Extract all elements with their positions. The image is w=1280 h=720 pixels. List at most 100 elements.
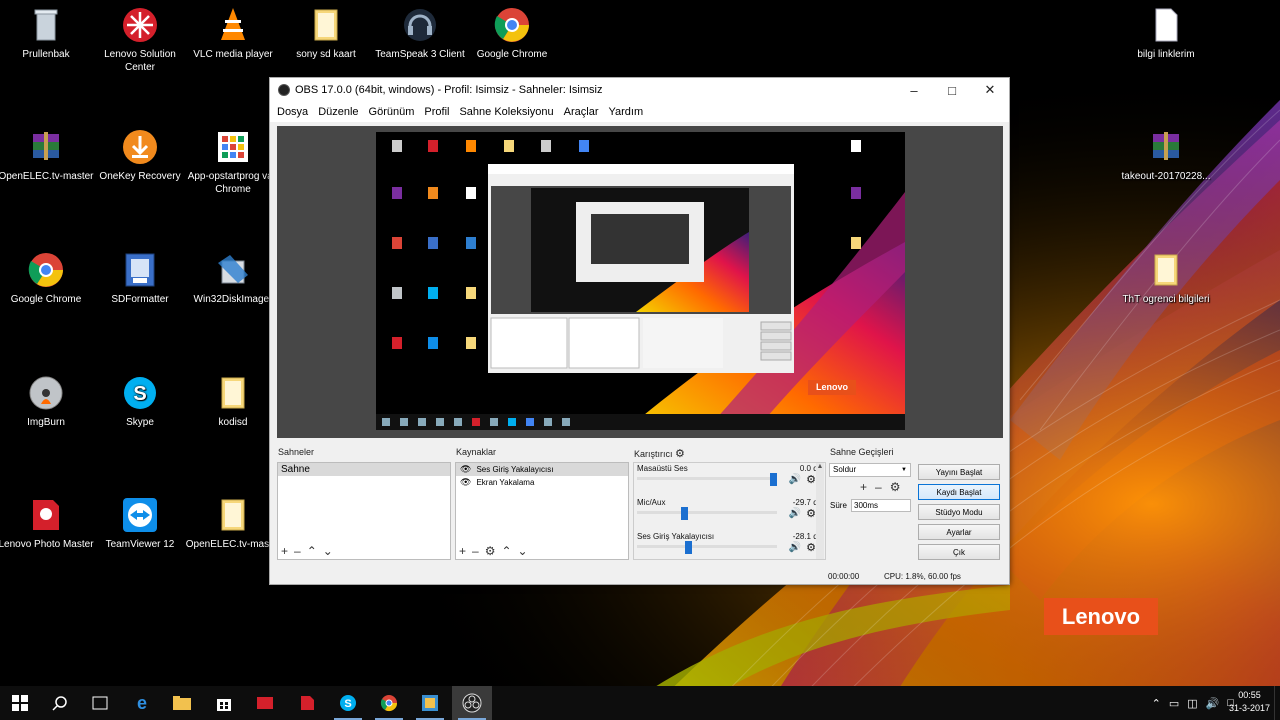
studio-mode-button[interactable]: Stüdyo Modu (918, 504, 1000, 520)
taskbar-store[interactable] (204, 686, 244, 720)
taskbar-app-red2[interactable] (287, 686, 327, 720)
duration-spinbox[interactable]: 300ms (851, 499, 911, 512)
mixer-channel: Mic/Aux -29.7 dB 🔊 ⚙ (637, 498, 823, 532)
desktop-icon-google-chrome-2[interactable]: Google Chrome (0, 251, 94, 306)
settings-button[interactable]: Ayarlar (918, 524, 1000, 540)
gear-icon[interactable]: ⚙ (806, 507, 816, 520)
start-button[interactable] (0, 686, 40, 720)
desktop-icon-openelec-master[interactable]: OpenELEC.tv-master (0, 128, 94, 183)
exit-button[interactable]: Çık (918, 544, 1000, 560)
desktop-icon-tht-ogrenci[interactable]: ThT ogrenci bilgileri (1118, 251, 1214, 306)
taskbar-chrome[interactable] (369, 686, 409, 720)
gear-icon[interactable]: ⚙ (806, 473, 816, 486)
remove-source-button[interactable]: – (472, 545, 479, 557)
scene-item[interactable]: Sahne (278, 463, 450, 476)
mixer-scrollbar[interactable]: ▲ (816, 463, 824, 559)
desktop-icon-skype[interactable]: S Skype (92, 374, 188, 429)
move-down-icon[interactable]: ⌄ (323, 545, 333, 557)
transition-gear-icon[interactable]: ⚙ (890, 480, 901, 494)
menu-sahne-koleksiyonu[interactable]: Sahne Koleksiyonu (454, 106, 558, 118)
obs-window[interactable]: OBS 17.0.0 (64bit, windows) - Profil: Is… (269, 77, 1010, 585)
lenovo-photo-master-icon (27, 496, 65, 534)
menu-duzenle[interactable]: Düzenle (313, 106, 363, 118)
network-icon[interactable]: ◫ (1187, 697, 1197, 710)
obs-titlebar[interactable]: OBS 17.0.0 (64bit, windows) - Profil: Is… (270, 78, 1009, 102)
add-source-button[interactable]: + (459, 545, 466, 557)
taskbar-skype[interactable]: S (328, 686, 368, 720)
move-down-icon[interactable]: ⌄ (518, 545, 528, 557)
gear-icon[interactable]: ⚙ (806, 541, 816, 554)
source-item[interactable]: 👁 Ses Giriş Yakalayıcısı (456, 463, 628, 476)
move-up-icon[interactable]: ⌃ (501, 545, 511, 557)
taskbar-file-explorer[interactable] (162, 686, 202, 720)
volume-slider-handle[interactable] (681, 507, 688, 520)
menu-yardim[interactable]: Yardım (604, 106, 649, 118)
task-view-button[interactable] (80, 686, 120, 720)
volume-slider-track[interactable] (637, 545, 777, 548)
volume-icon[interactable]: 🔊 (1206, 697, 1220, 710)
windows-start-icon (12, 695, 28, 711)
close-button[interactable]: ✕ (971, 78, 1009, 102)
taskbar-app-blue[interactable] (410, 686, 450, 720)
source-properties-gear-icon[interactable]: ⚙ (485, 545, 496, 557)
desktop-icon-app-opstartprog[interactable]: App-opstartprog van Chrome (185, 128, 281, 196)
maximize-button[interactable]: □ (933, 78, 971, 102)
desktop-icon-bilgi-linklerim[interactable]: bilgi linklerim (1118, 6, 1214, 61)
add-scene-button[interactable]: + (281, 545, 288, 557)
start-recording-button[interactable]: Kaydı Başlat (918, 484, 1000, 500)
minimize-button[interactable]: – (895, 78, 933, 102)
obs-icon (462, 693, 482, 713)
visibility-eye-icon[interactable]: 👁 (460, 476, 471, 489)
desktop-icon-onekey-recovery[interactable]: OneKey Recovery (92, 128, 188, 183)
desktop-icon-sdformatter[interactable]: SDFormatter (92, 251, 188, 306)
volume-slider-handle[interactable] (770, 473, 777, 486)
menu-dosya[interactable]: Dosya (272, 106, 313, 118)
remove-transition-button[interactable]: – (875, 480, 882, 494)
preview-area[interactable]: Lenovo (277, 126, 1003, 438)
move-up-icon[interactable]: ⌃ (307, 545, 317, 557)
visibility-eye-icon[interactable]: 👁 (460, 463, 471, 476)
desktop-icon-win32diskimager[interactable]: Win32DiskImager (185, 251, 281, 306)
volume-slider-track[interactable] (637, 477, 777, 480)
chevron-down-icon: ▼ (901, 467, 907, 473)
taskbar-obs[interactable] (452, 686, 492, 720)
volume-slider-track[interactable] (637, 511, 777, 514)
speaker-icon[interactable]: 🔊 (789, 474, 801, 485)
menu-gorunum[interactable]: Görünüm (364, 106, 420, 118)
desktop-icon-recycle-bin[interactable]: Prullenbak (0, 6, 94, 61)
desktop-icon-teamspeak[interactable]: TeamSpeak 3 Client (372, 6, 468, 61)
battery-icon[interactable]: ▭ (1169, 697, 1179, 710)
mixer-gear-icon[interactable]: ⚙ (675, 448, 685, 460)
desktop-icon-openelec-folder[interactable]: OpenELEC.tv-mast... (185, 496, 281, 551)
start-streaming-button[interactable]: Yayını Başlat (918, 464, 1000, 480)
speaker-icon[interactable]: 🔊 (789, 508, 801, 519)
add-transition-button[interactable]: + (860, 480, 867, 494)
clock[interactable]: 00:55 31-3-2017 (1229, 689, 1270, 715)
menu-profil[interactable]: Profil (419, 106, 454, 118)
desktop-icon-kodisd[interactable]: kodisd (185, 374, 281, 429)
remove-scene-button[interactable]: – (294, 545, 301, 557)
desktop-icon-vlc[interactable]: VLC media player (185, 6, 281, 61)
taskbar-app-red[interactable] (245, 686, 285, 720)
taskbar-edge[interactable]: e (122, 686, 162, 720)
desktop-icon-lenovo-photo-master[interactable]: Lenovo Photo Master (0, 496, 94, 551)
chevron-up-icon[interactable]: ⌃ (1152, 697, 1161, 710)
desktop-icon-teamviewer[interactable]: TeamViewer 12 (92, 496, 188, 551)
desktop-icon-lenovo-solution-center[interactable]: Lenovo Solution Center (92, 6, 188, 74)
duration-value: 300ms (854, 501, 879, 510)
desktop-icon-sony-sd-kaart[interactable]: sony sd kaart (278, 6, 374, 61)
speaker-icon[interactable]: 🔊 (789, 542, 801, 553)
desktop-icon-google-chrome[interactable]: Google Chrome (464, 6, 560, 61)
source-item[interactable]: 👁 Ekran Yakalama (456, 476, 628, 489)
window-title: OBS 17.0.0 (64bit, windows) - Profil: Is… (295, 84, 603, 96)
menu-araclar[interactable]: Araçlar (559, 106, 604, 118)
sources-panel: 👁 Ses Giriş Yakalayıcısı 👁 Ekran Yakalam… (455, 462, 629, 560)
show-desktop-button[interactable] (1274, 686, 1280, 720)
status-time: 00:00:00 (828, 572, 860, 581)
mixer-channel: Ses Giriş Yakalayıcısı -28.1 dB 🔊 ⚙ (637, 532, 823, 566)
transition-select[interactable]: Soldur ▼ (829, 463, 911, 477)
desktop-icon-imgburn[interactable]: ImgBurn (0, 374, 94, 429)
search-button[interactable] (40, 686, 80, 720)
volume-slider-handle[interactable] (685, 541, 692, 554)
desktop-icon-takeout[interactable]: takeout-20170228... (1118, 128, 1214, 183)
